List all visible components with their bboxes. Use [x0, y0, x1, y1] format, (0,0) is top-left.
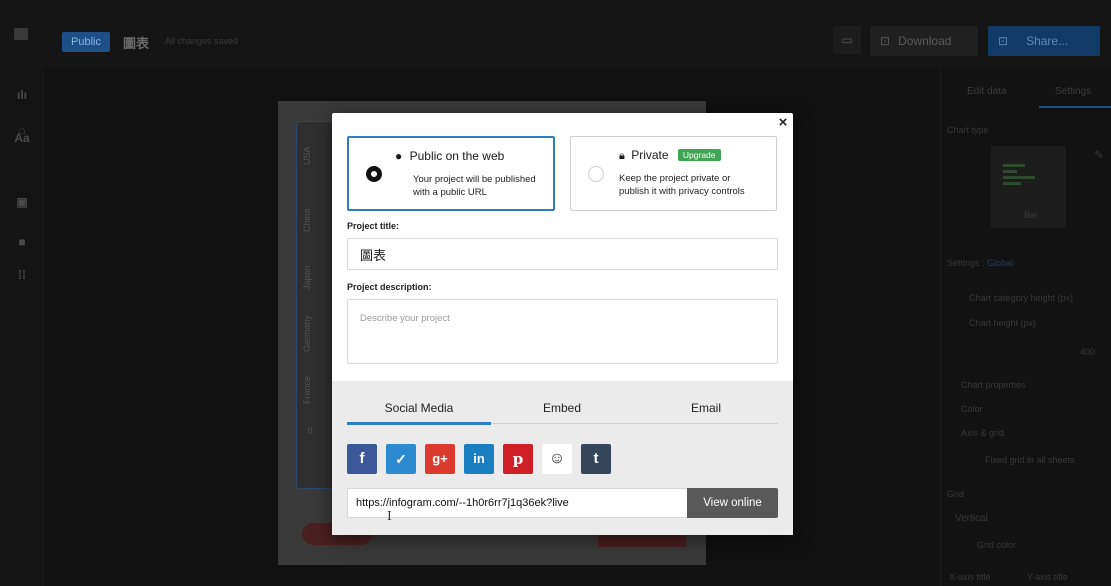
public-desc-line1: Your project will be published — [413, 174, 536, 185]
public-title: Public on the web — [409, 149, 505, 163]
private-desc-line2: publish it with privacy controls — [619, 186, 745, 197]
publish-modal: × ● Public on the web Your project will … — [332, 113, 793, 535]
reddit-icon[interactable]: ☺ — [542, 444, 572, 474]
share-url-input[interactable] — [347, 488, 687, 518]
lock-icon: 🔒︎ — [619, 150, 625, 162]
pinterest-icon[interactable]: p — [503, 444, 533, 474]
text-cursor-icon: I — [387, 509, 392, 523]
public-option-card[interactable]: ● Public on the web Your project will be… — [347, 136, 555, 211]
close-icon[interactable]: × — [775, 115, 791, 131]
public-radio[interactable] — [366, 166, 382, 182]
facebook-icon[interactable]: f — [347, 444, 377, 474]
tab-email[interactable]: Email — [634, 401, 778, 415]
private-option-card[interactable]: 🔒︎ Private Upgrade Keep the project priv… — [570, 136, 777, 211]
private-desc-line1: Keep the project private or — [619, 173, 731, 184]
globe-icon: ● — [395, 149, 403, 163]
project-description-input[interactable] — [347, 299, 778, 364]
active-tab-indicator — [347, 422, 491, 425]
upgrade-badge[interactable]: Upgrade — [677, 149, 721, 161]
public-desc-line2: with a public URL — [413, 187, 487, 198]
project-title-label: Project title: — [347, 221, 400, 231]
tab-embed[interactable]: Embed — [490, 401, 634, 415]
private-title: Private — [631, 148, 669, 162]
linkedin-icon[interactable]: in — [464, 444, 494, 474]
project-description-label: Project description: — [347, 282, 432, 292]
view-online-button[interactable]: View online — [687, 488, 778, 518]
share-section: Social Media Embed Email f ✓ g+ in p ☺ t… — [332, 381, 793, 535]
editor-app: Public 圖表 All changes saved ▭ ⊡ Download … — [0, 0, 1111, 586]
project-title-input[interactable] — [347, 238, 778, 270]
tab-social-media[interactable]: Social Media — [347, 401, 491, 415]
google-plus-icon[interactable]: g+ — [425, 444, 455, 474]
private-radio[interactable] — [588, 166, 604, 182]
tumblr-icon[interactable]: t — [581, 444, 611, 474]
twitter-icon[interactable]: ✓ — [386, 444, 416, 474]
